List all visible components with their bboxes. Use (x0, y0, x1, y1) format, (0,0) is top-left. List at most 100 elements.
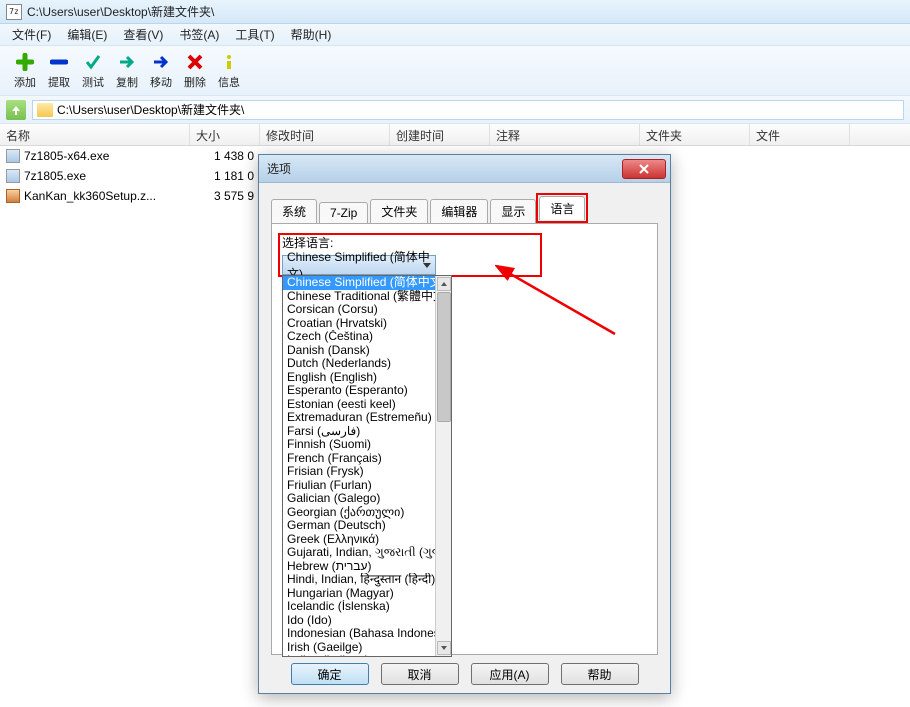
menu-view[interactable]: 查看(V) (115, 24, 171, 45)
language-option[interactable]: Gujarati, Indian, ગુજરાતી (ગુજરાતી) (283, 546, 451, 560)
tab-7zip[interactable]: 7-Zip (319, 202, 368, 223)
language-option[interactable]: Icelandic (Íslenska) (283, 600, 451, 614)
language-option[interactable]: Ido (Ido) (283, 614, 451, 628)
language-option[interactable]: English (English) (283, 371, 451, 385)
language-option[interactable]: Chinese Traditional (繁體中文) (283, 290, 451, 304)
toolbar-move[interactable]: 移动 (146, 52, 176, 90)
language-option[interactable]: Friulian (Furlan) (283, 479, 451, 493)
menu-bookmarks[interactable]: 书签(A) (171, 24, 227, 45)
col-file[interactable]: 文件 (750, 124, 850, 145)
language-option[interactable]: Galician (Galego) (283, 492, 451, 506)
tab-language[interactable]: 语言 (539, 196, 585, 220)
file-size: 1 181 0 (190, 167, 260, 185)
language-option[interactable]: Croatian (Hrvatski) (283, 317, 451, 331)
chevron-down-icon (423, 263, 431, 268)
col-folder[interactable]: 文件夹 (640, 124, 750, 145)
file-name: 7z1805.exe (24, 169, 86, 183)
folder-icon (37, 103, 53, 117)
toolbar-delete[interactable]: 删除 (180, 52, 210, 90)
scroll-up-button[interactable] (437, 277, 451, 291)
address-input[interactable]: C:\Users\user\Desktop\新建文件夹\ (32, 100, 904, 120)
col-ctime[interactable]: 创建时间 (390, 124, 490, 145)
file-name: 7z1805-x64.exe (24, 149, 109, 163)
language-option[interactable]: Finnish (Suomi) (283, 438, 451, 452)
dialog-title: 选项 (267, 160, 291, 177)
scroll-down-button[interactable] (437, 641, 451, 655)
file-icon (6, 189, 20, 203)
check-icon (83, 52, 103, 72)
toolbar-copy[interactable]: 复制 (112, 52, 142, 90)
menu-file[interactable]: 文件(F) (4, 24, 59, 45)
info-icon (219, 52, 239, 72)
language-option[interactable]: Hungarian (Magyar) (283, 587, 451, 601)
highlight-box-tab: 语言 (536, 193, 588, 223)
language-option[interactable]: Greek (Ελληνικά) (283, 533, 451, 547)
address-bar: C:\Users\user\Desktop\新建文件夹\ (0, 96, 910, 124)
language-option[interactable]: Frisian (Frysk) (283, 465, 451, 479)
up-folder-icon[interactable] (6, 100, 26, 120)
tab-row: 系统 7-Zip 文件夹 编辑器 显示 语言 (271, 193, 658, 223)
plus-icon (15, 52, 35, 72)
ok-button[interactable]: 确定 (291, 663, 369, 685)
language-option[interactable]: Hebrew (עברית) (283, 560, 451, 574)
cancel-button[interactable]: 取消 (381, 663, 459, 685)
toolbar: 添加 提取 测试 复制 移动 删除 信息 (0, 46, 910, 96)
language-option[interactable]: Corsican (Corsu) (283, 303, 451, 317)
language-option[interactable]: Italian (Italiano) (283, 654, 451, 657)
file-list-header: 名称 大小 修改时间 创建时间 注释 文件夹 文件 (0, 124, 910, 146)
toolbar-test[interactable]: 测试 (78, 52, 108, 90)
scroll-thumb[interactable] (437, 292, 451, 422)
file-size: 1 438 0 (190, 147, 260, 165)
col-mtime[interactable]: 修改时间 (260, 124, 390, 145)
tab-display[interactable]: 显示 (490, 199, 536, 223)
language-option[interactable]: French (Français) (283, 452, 451, 466)
apply-button[interactable]: 应用(A) (471, 663, 549, 685)
title-bar: 7z C:\Users\user\Desktop\新建文件夹\ (0, 0, 910, 24)
col-name[interactable]: 名称 (0, 124, 190, 145)
dialog-buttons: 确定 取消 应用(A) 帮助 (271, 655, 658, 693)
dropdown-scrollbar[interactable] (435, 276, 451, 656)
col-comment[interactable]: 注释 (490, 124, 640, 145)
move-arrow-icon (151, 52, 171, 72)
language-option[interactable]: Indonesian (Bahasa Indonesia) (283, 627, 451, 641)
toolbar-extract[interactable]: 提取 (44, 52, 74, 90)
app-icon: 7z (6, 4, 22, 20)
language-option[interactable]: Farsi (فارسی) (283, 425, 451, 439)
language-option[interactable]: Irish (Gaeilge) (283, 641, 451, 655)
language-option[interactable]: Chinese Simplified (简体中文) (283, 276, 451, 290)
menu-edit[interactable]: 编辑(E) (59, 24, 115, 45)
menu-help[interactable]: 帮助(H) (283, 24, 340, 45)
language-option[interactable]: Dutch (Nederlands) (283, 357, 451, 371)
file-icon (6, 169, 20, 183)
tab-editor[interactable]: 编辑器 (430, 199, 488, 223)
language-option[interactable]: Czech (Čeština) (283, 330, 451, 344)
language-option[interactable]: Georgian (ქართული) (283, 506, 451, 520)
tab-content: 选择语言: Chinese Simplified (简体中文) Chinese … (271, 223, 658, 655)
file-name: KanKan_kk360Setup.z... (24, 189, 156, 203)
language-option[interactable]: Hindi, Indian, हिन्दुस्तान (हिन्दी) (283, 573, 451, 587)
col-size[interactable]: 大小 (190, 124, 260, 145)
language-combobox[interactable]: Chinese Simplified (简体中文) (282, 255, 436, 275)
language-option[interactable]: Esperanto (Esperanto) (283, 384, 451, 398)
minus-icon (49, 52, 69, 72)
toolbar-info[interactable]: 信息 (214, 52, 244, 90)
language-dropdown: Chinese Simplified (简体中文)Chinese Traditi… (282, 275, 452, 657)
tab-system[interactable]: 系统 (271, 199, 317, 223)
language-option[interactable]: Extremaduran (Estremeñu) (283, 411, 451, 425)
close-button[interactable] (622, 159, 666, 179)
language-option[interactable]: German (Deutsch) (283, 519, 451, 533)
tab-folder[interactable]: 文件夹 (370, 199, 428, 223)
close-icon (639, 164, 649, 174)
window-title: C:\Users\user\Desktop\新建文件夹\ (27, 3, 214, 20)
language-option[interactable]: Estonian (eesti keel) (283, 398, 451, 412)
copy-arrow-icon (117, 52, 137, 72)
dialog-title-bar[interactable]: 选项 (259, 155, 670, 183)
toolbar-add[interactable]: 添加 (10, 52, 40, 90)
file-size: 3 575 9 (190, 187, 260, 205)
x-icon (185, 52, 205, 72)
language-option[interactable]: Danish (Dansk) (283, 344, 451, 358)
menu-bar: 文件(F) 编辑(E) 查看(V) 书签(A) 工具(T) 帮助(H) (0, 24, 910, 46)
help-button[interactable]: 帮助 (561, 663, 639, 685)
menu-tools[interactable]: 工具(T) (227, 24, 282, 45)
file-icon (6, 149, 20, 163)
